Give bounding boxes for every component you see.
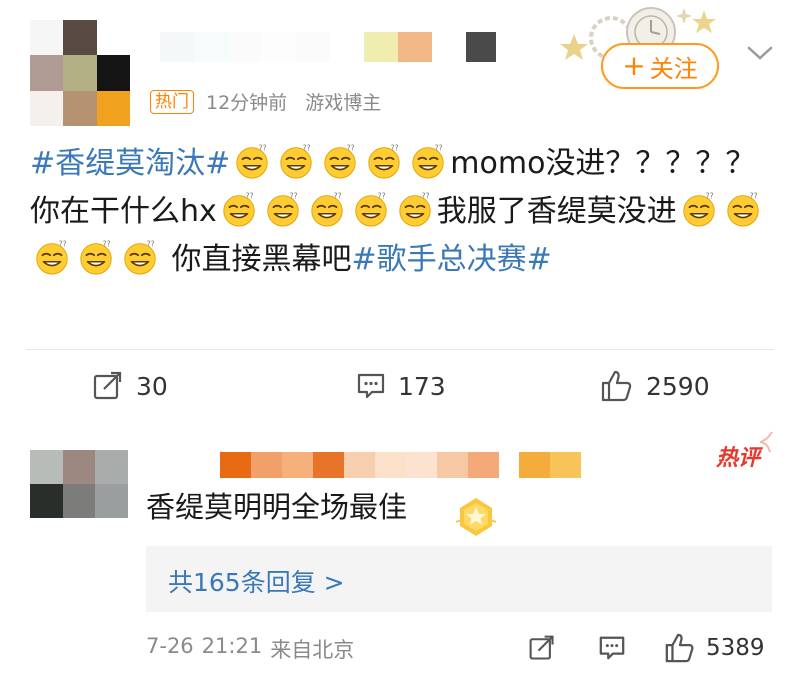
section-gap: [0, 420, 800, 432]
comment-icon: [599, 636, 625, 660]
comment-username-pixelated[interactable]: [220, 452, 581, 478]
comment-location: 来自北京: [270, 638, 355, 662]
comment-date: 7-26: [146, 634, 194, 658]
comment-time: 21:21: [201, 634, 263, 658]
emoji-grin-icon: ??: [308, 190, 346, 228]
post-meta: 热门 12分钟前 游戏博主: [150, 88, 399, 115]
comment-meta: 7-26 21:21 来自北京: [146, 634, 362, 664]
follow-button[interactable]: + 关注: [601, 43, 719, 89]
svg-text:??: ??: [333, 192, 341, 201]
topic-link[interactable]: #歌手总决赛#: [352, 242, 552, 277]
comment-like-button[interactable]: 5389: [664, 630, 765, 666]
comment-button[interactable]: 173: [356, 368, 446, 404]
post-body: #香缇莫淘汰#?????????? momo没进？？？？？你在干什么hx?????…: [30, 140, 775, 284]
svg-text:??: ??: [103, 240, 111, 249]
username-pixelated[interactable]: [160, 32, 496, 62]
svg-text:??: ??: [435, 144, 443, 153]
emoji-grin-icon: ??: [220, 190, 258, 228]
post-text-3: 你直接黑幕吧: [162, 242, 352, 277]
svg-text:??: ??: [705, 192, 713, 201]
replies-link[interactable]: 共165条回复 >: [168, 563, 345, 599]
emoji-grin-icon: ??: [724, 190, 762, 228]
comment-count: 173: [398, 371, 446, 401]
like-button[interactable]: 2590: [600, 368, 710, 404]
emoji-grin-icon: ??: [680, 190, 718, 228]
hot-comment-label: 热评: [716, 446, 761, 471]
svg-text:??: ??: [377, 192, 385, 201]
emoji-group: ??????????: [217, 192, 437, 229]
emoji-grin-icon: ??: [264, 190, 302, 228]
repost-count: 30: [136, 371, 168, 401]
emoji-grin-icon: ??: [77, 238, 115, 276]
repost-icon: [93, 371, 122, 400]
avatar[interactable]: [30, 20, 130, 126]
divider: [26, 349, 774, 350]
svg-text:??: ??: [245, 192, 253, 201]
emoji-group: ??????????: [230, 144, 450, 181]
repost-icon: [529, 635, 554, 660]
topic-link[interactable]: #香缇莫淘汰#: [30, 146, 230, 181]
like-count: 2590: [646, 371, 710, 401]
comment-avatar[interactable]: [30, 450, 128, 518]
post-time: 12分钟前: [206, 92, 288, 114]
plus-icon: +: [622, 49, 646, 82]
emoji-grin-icon: ??: [409, 142, 447, 180]
hot-comment-badge: 热评: [716, 430, 776, 471]
svg-text:??: ??: [259, 144, 267, 153]
emoji-grin-icon: ??: [277, 142, 315, 180]
svg-text:??: ??: [391, 144, 399, 153]
emoji-grin-icon: ??: [352, 190, 390, 228]
repost-button[interactable]: 30: [92, 368, 168, 404]
comment-repost-button[interactable]: [528, 630, 556, 666]
emoji-grin-icon: ??: [365, 142, 403, 180]
comment-text: 香缇莫明明全场最佳: [146, 490, 408, 524]
emoji-grin-icon: ??: [321, 142, 359, 180]
comment-icon: [357, 373, 385, 399]
comment-like-count: 5389: [706, 635, 765, 661]
like-icon: [601, 370, 632, 402]
svg-text:??: ??: [303, 144, 311, 153]
follow-label: 关注: [649, 54, 698, 83]
svg-text:??: ??: [749, 192, 757, 201]
chevron-down-icon[interactable]: [746, 44, 774, 62]
like-icon: [665, 633, 694, 663]
emoji-grin-icon: ??: [396, 190, 434, 228]
medal-icon: [455, 498, 497, 536]
post-source: 游戏博主: [305, 92, 382, 114]
emoji-grin-icon: ??: [121, 238, 159, 276]
svg-text:??: ??: [147, 240, 155, 249]
emoji-grin-icon: ??: [33, 238, 71, 276]
emoji-grin-icon: ??: [233, 142, 271, 180]
svg-text:??: ??: [59, 240, 67, 249]
post-text-2: 我服了香缇莫没进: [436, 194, 677, 229]
svg-text:??: ??: [421, 192, 429, 201]
hot-badge: 热门: [150, 89, 194, 114]
svg-text:??: ??: [289, 192, 297, 201]
svg-text:??: ??: [347, 144, 355, 153]
comment-reply-button[interactable]: [598, 630, 626, 666]
